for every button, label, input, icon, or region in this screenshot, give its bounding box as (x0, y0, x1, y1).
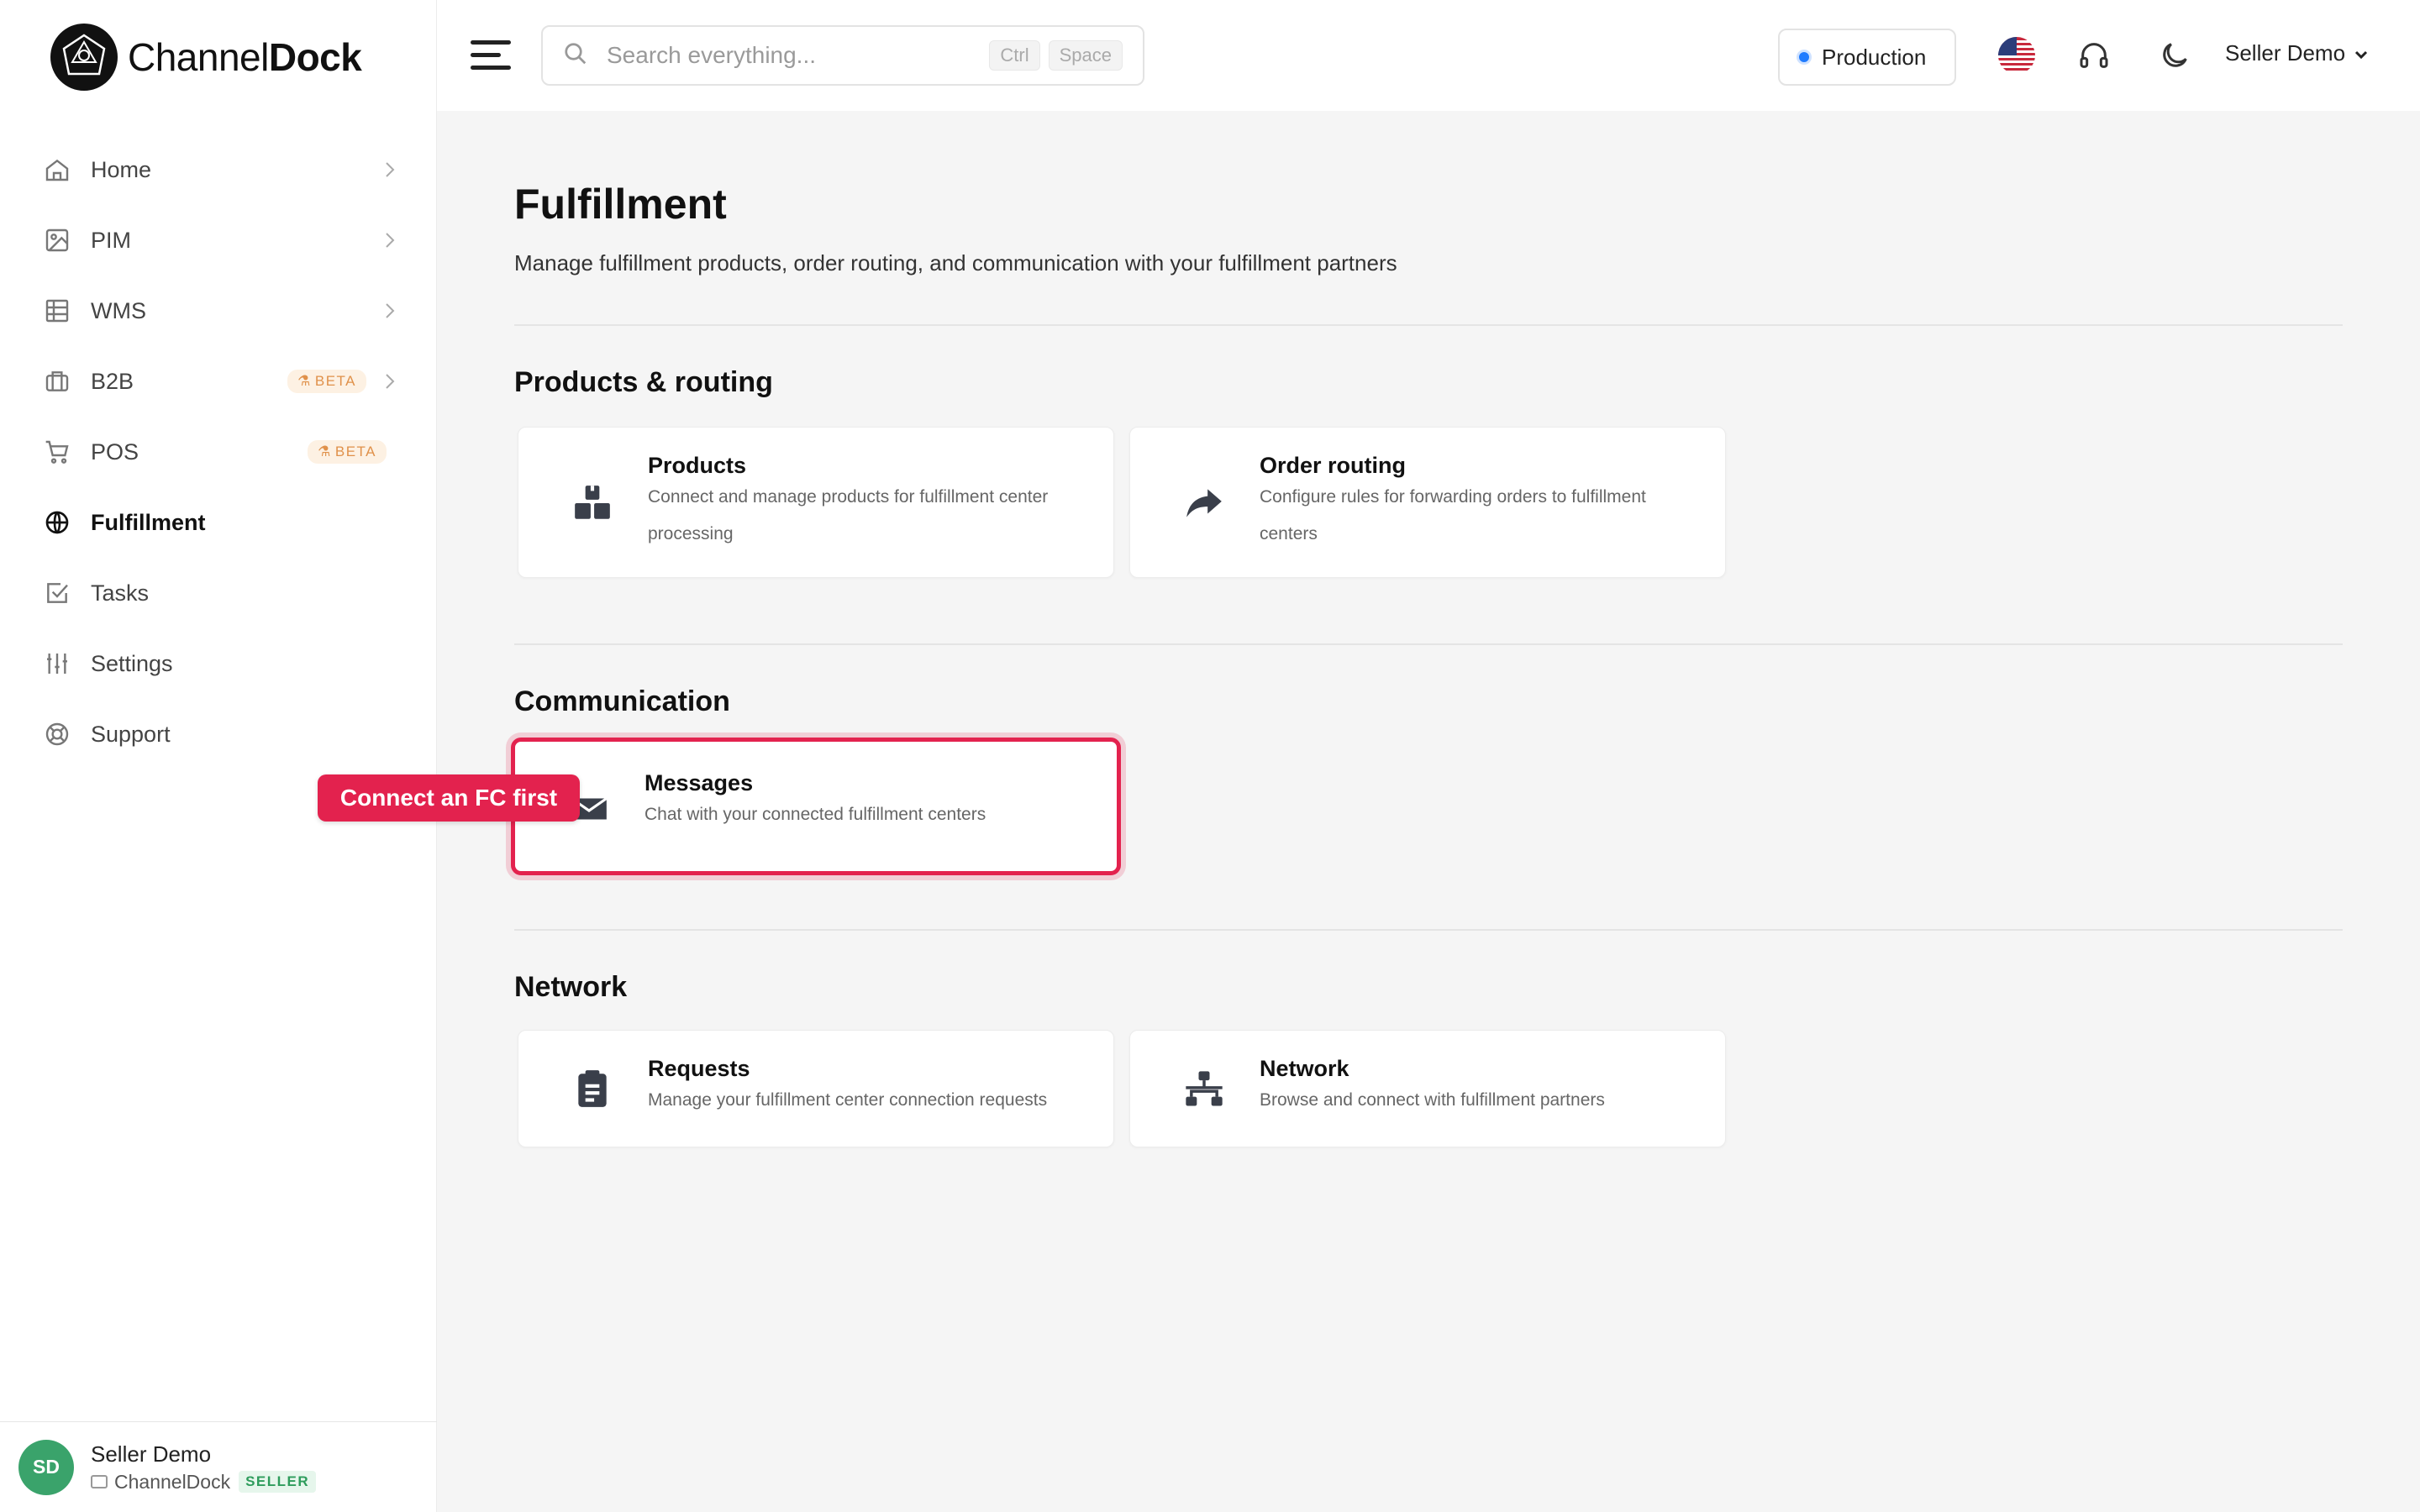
menu-toggle-icon[interactable] (471, 40, 511, 71)
sidebar-item-settings[interactable]: Settings (20, 628, 417, 699)
card-title: Network (1260, 1056, 1349, 1081)
card-products[interactable]: Products Connect and manage products for… (518, 427, 1114, 578)
beta-badge: ⚗ BETA (308, 440, 387, 464)
us-flag-icon[interactable] (1998, 37, 2035, 74)
sidebar-item-label: Settings (91, 650, 173, 676)
table-icon (42, 296, 72, 326)
user-menu-label: Seller Demo (2225, 40, 2346, 66)
sidebar-item-wms[interactable]: WMS (20, 276, 417, 346)
card-description: Browse and connect with fulfillment part… (1260, 1090, 1605, 1110)
divider (514, 929, 2343, 931)
headset-icon[interactable] (2077, 39, 2111, 76)
shortcut-key-space: Space (1048, 40, 1123, 71)
sidebar-item-support[interactable]: Support (20, 699, 417, 769)
sliders-icon (42, 648, 72, 679)
tooltip: Connect an FC first (318, 774, 580, 822)
sidebar: ChannelDock Home PIM WMS B2B ⚗ BETA POS ⚗… (0, 0, 437, 1512)
search-input[interactable]: Search everything... Ctrl Space (541, 25, 1144, 86)
search-icon (563, 41, 588, 71)
card-title: Messages (644, 770, 754, 795)
home-icon (42, 155, 72, 185)
chevron-down-icon (2354, 40, 2369, 66)
chevron-right-icon (380, 231, 400, 249)
section-title-products-routing: Products & routing (514, 366, 773, 398)
dark-mode-icon[interactable] (2158, 39, 2191, 76)
sidebar-item-fulfillment[interactable]: Fulfillment (20, 487, 417, 558)
clipboard-list-icon (569, 1066, 616, 1113)
flask-icon: ⚗ (318, 444, 332, 459)
beta-badge: ⚗ BETA (287, 370, 366, 393)
sidebar-item-label: PIM (91, 227, 132, 253)
briefcase-icon (42, 366, 72, 396)
card-description: Manage your fulfillment center connectio… (648, 1090, 1048, 1110)
sidebar-item-tasks[interactable]: Tasks (20, 558, 417, 628)
logo[interactable]: ChannelDock (50, 24, 362, 91)
image-icon (42, 225, 72, 255)
avatar: SD (18, 1439, 74, 1495)
card-description: Configure rules for forwarding orders to… (1260, 487, 1646, 543)
cart-icon (42, 437, 72, 467)
sidebar-item-label: Fulfillment (91, 509, 206, 535)
sidebar-item-label: WMS (91, 297, 146, 323)
chevron-right-icon (380, 160, 400, 179)
card-order-routing[interactable]: Order routing Configure rules for forwar… (1129, 427, 1726, 578)
top-bar: Search everything... Ctrl Space Producti… (437, 0, 2420, 111)
globe-icon (42, 507, 72, 538)
flask-icon: ⚗ (297, 373, 312, 389)
section-title-network: Network (514, 971, 628, 1003)
network-icon (1181, 1066, 1228, 1113)
lifebuoy-icon (42, 719, 72, 749)
divider (514, 324, 2343, 326)
card-title: Requests (648, 1056, 750, 1081)
user-profile[interactable]: SD Seller Demo ChannelDock SELLER (0, 1421, 437, 1512)
sidebar-nav: Home PIM WMS B2B ⚗ BETA POS ⚗ BETA Fulfill… (20, 134, 417, 769)
card-title: Products (648, 453, 747, 478)
chevron-right-icon (380, 302, 400, 320)
divider (514, 643, 2343, 645)
chevron-right-icon (380, 372, 400, 391)
sidebar-item-pim[interactable]: PIM (20, 205, 417, 276)
card-network[interactable]: Network Browse and connect with fulfillm… (1129, 1030, 1726, 1147)
section-title-communication: Communication (514, 685, 730, 717)
user-menu[interactable]: Seller Demo (2225, 40, 2369, 66)
status-dot (1797, 50, 1812, 65)
sidebar-item-label: POS (91, 438, 139, 465)
user-name: Seller Demo (91, 1441, 212, 1467)
role-badge: SELLER (239, 1471, 317, 1493)
channeldock-logo-icon (50, 24, 118, 91)
card-requests[interactable]: Requests Manage your fulfillment center … (518, 1030, 1114, 1147)
share-arrow-icon (1181, 480, 1228, 527)
shortcut-key-ctrl: Ctrl (989, 40, 1040, 71)
sidebar-item-label: Tasks (91, 580, 150, 606)
organization-icon (91, 1475, 108, 1488)
sidebar-item-home[interactable]: Home (20, 134, 417, 205)
user-org: ChannelDock (114, 1470, 231, 1493)
search-placeholder: Search everything... (607, 42, 817, 68)
card-description: Chat with your connected fulfillment cen… (644, 805, 986, 824)
page-subtitle: Manage fulfillment products, order routi… (514, 250, 1397, 276)
sidebar-item-label: B2B (91, 368, 134, 394)
card-description: Connect and manage products for fulfillm… (648, 487, 1049, 543)
environment-switcher[interactable]: Production (1778, 29, 1956, 86)
page-title: Fulfillment (514, 181, 727, 228)
card-title: Order routing (1260, 453, 1406, 478)
checkbox-icon (42, 578, 72, 608)
sidebar-item-label: Home (91, 156, 152, 182)
sidebar-item-pos[interactable]: POS ⚗ BETA (20, 417, 417, 487)
sidebar-item-label: Support (91, 721, 171, 747)
environment-label: Production (1822, 44, 1927, 70)
boxes-icon (569, 480, 616, 527)
sidebar-item-b2b[interactable]: B2B ⚗ BETA (20, 346, 417, 417)
card-messages[interactable]: Messages Chat with your connected fulfil… (511, 738, 1121, 875)
logo-text: ChannelDock (128, 35, 362, 79)
